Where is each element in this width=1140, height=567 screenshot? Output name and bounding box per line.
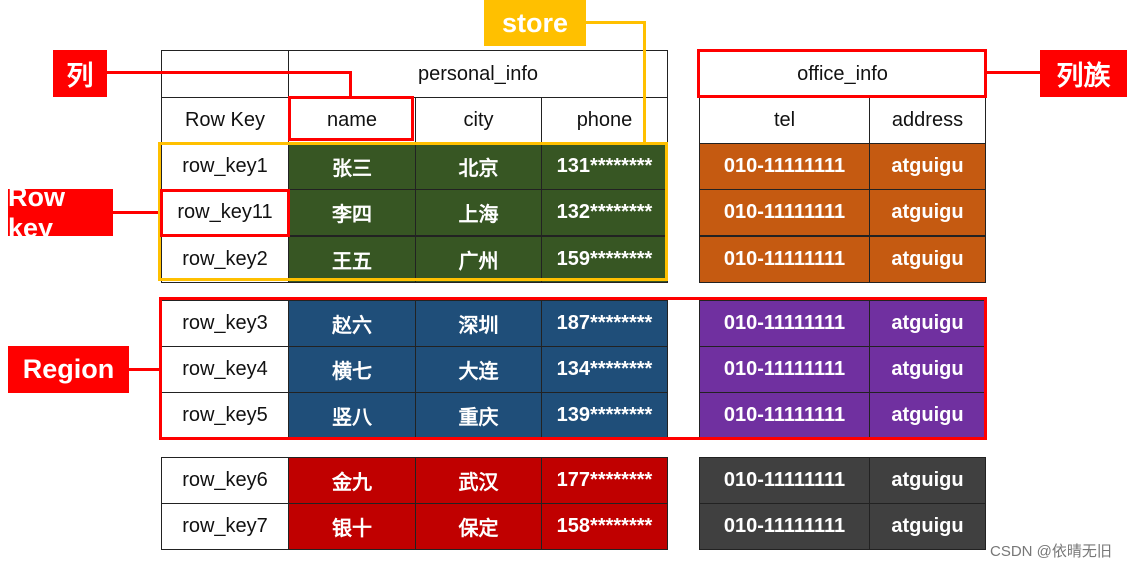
cell-tel: 010-11111111 [699, 143, 870, 190]
header-city: city [415, 97, 542, 144]
cell-tel: 010-11111111 [699, 236, 870, 283]
cell-city: 武汉 [415, 457, 542, 504]
column-family-highlight [697, 49, 987, 98]
row-key-label: Row key [8, 182, 113, 243]
cell-city: 保定 [415, 503, 542, 550]
column-connector [107, 71, 351, 74]
row-key-highlight [160, 189, 290, 237]
cell-address: atguigu [869, 457, 986, 504]
region-highlight [159, 297, 987, 440]
header-address: address [869, 97, 986, 144]
column-family-connector [985, 71, 1041, 74]
column-highlight [288, 96, 414, 141]
cell-tel: 010-11111111 [699, 457, 870, 504]
cell-row-key: row_key7 [161, 503, 289, 550]
cell-name: 银十 [288, 503, 416, 550]
cell-name: 金九 [288, 457, 416, 504]
header-blank [161, 50, 289, 98]
region-label: Region [8, 346, 129, 393]
header-row-key: Row Key [161, 97, 289, 144]
cell-row-key: row_key6 [161, 457, 289, 504]
cell-phone: 177******** [541, 457, 668, 504]
header-phone: phone [541, 97, 668, 144]
column-family-label: 列族 [1040, 50, 1127, 97]
column-family-personal-info: personal_info [288, 50, 668, 98]
watermark: CSDN @依晴无旧 [990, 543, 1112, 560]
cell-tel: 010-11111111 [699, 503, 870, 550]
cell-address: atguigu [869, 189, 986, 236]
cell-address: atguigu [869, 143, 986, 190]
column-label: 列 [53, 50, 107, 97]
cell-address: atguigu [869, 503, 986, 550]
region-connector [129, 368, 160, 371]
store-label: store [484, 0, 586, 46]
row-key-connector [113, 211, 161, 214]
cell-tel: 010-11111111 [699, 189, 870, 236]
column-connector-vertical [349, 71, 352, 98]
store-connector [586, 21, 646, 24]
store-connector-vertical [643, 21, 646, 144]
cell-address: atguigu [869, 236, 986, 283]
header-tel: tel [699, 97, 870, 144]
cell-phone: 158******** [541, 503, 668, 550]
